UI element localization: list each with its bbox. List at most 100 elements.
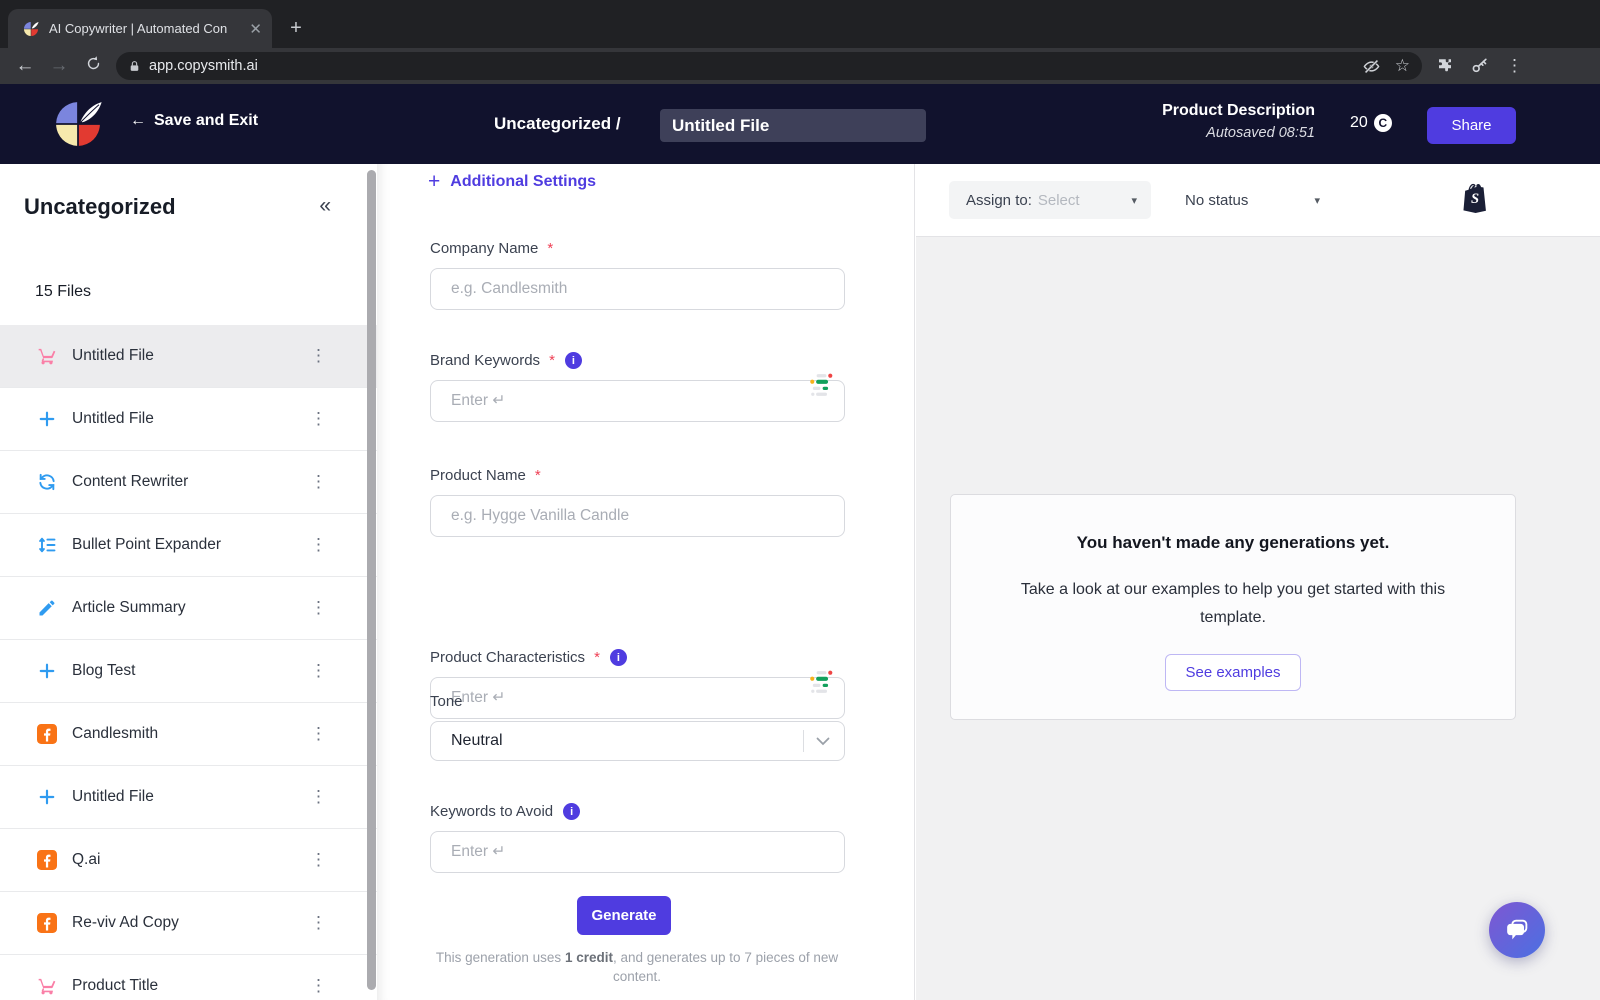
lock-icon	[130, 60, 139, 71]
product-name-group: Product Name *	[430, 467, 845, 537]
info-icon[interactable]: i	[564, 352, 582, 369]
status-dropdown[interactable]: No status ▾	[1185, 181, 1320, 219]
browser-toolbar: ← → app.copysmith.ai ☆ ⋮	[0, 48, 1600, 84]
sidebar-scrollbar[interactable]	[367, 170, 376, 990]
sidebar-file-item[interactable]: Untitled File ⋮	[0, 325, 377, 388]
new-tab-button[interactable]: +	[282, 14, 310, 42]
info-icon[interactable]: i	[609, 649, 627, 666]
page: AI Copywriter | Automated Con ✕ + ← → ap…	[0, 0, 1600, 1000]
kebab-menu-icon[interactable]: ⋮	[310, 850, 327, 870]
kebab-menu-icon[interactable]: ⋮	[310, 724, 327, 744]
sidebar-file-item[interactable]: Candlesmith ⋮	[0, 703, 377, 766]
back-icon[interactable]: ←	[8, 55, 42, 77]
kebab-menu-icon[interactable]: ⋮	[310, 472, 327, 492]
required-asterisk: *	[594, 649, 600, 666]
sidebar-file-item[interactable]: Q.ai ⋮	[0, 829, 377, 892]
caret-down-icon: ▾	[1314, 194, 1320, 207]
collapse-sidebar-icon[interactable]: «	[319, 194, 331, 218]
kebab-menu-icon[interactable]: ⋮	[310, 598, 327, 618]
brand-keywords-label: Brand Keywords * i	[430, 352, 845, 369]
plus-icon	[36, 786, 58, 808]
plus-icon	[36, 408, 58, 430]
kebab-menu-icon[interactable]: ⋮	[310, 787, 327, 807]
brand-keywords-group: Brand Keywords * i	[430, 352, 845, 422]
template-form: + Additional Settings Company Name* Bran…	[377, 164, 915, 1000]
tab-title: AI Copywriter | Automated Con	[49, 21, 228, 36]
address-bar[interactable]: app.copysmith.ai ☆	[116, 52, 1422, 80]
company-name-group: Company Name *	[430, 240, 845, 310]
assign-to-label: Assign to:	[966, 191, 1032, 209]
file-label: Re-viv Ad Copy	[72, 914, 179, 931]
sidebar-file-item[interactable]: Bullet Point Expander ⋮	[0, 514, 377, 577]
generations-header: Assign to: Select ▾ No status ▾ S	[916, 164, 1600, 237]
sidebar-file-item[interactable]: Re-viv Ad Copy ⋮	[0, 892, 377, 955]
assign-to-dropdown[interactable]: Assign to: Select ▾	[949, 181, 1151, 219]
empty-state-title: You haven't made any generations yet.	[1076, 533, 1390, 552]
reload-icon[interactable]	[76, 55, 110, 78]
file-label: Blog Test	[72, 662, 136, 679]
keyword-suggestions-icon[interactable]	[809, 373, 833, 397]
brand-keywords-input[interactable]	[430, 380, 845, 422]
assign-to-value: Select	[1037, 191, 1080, 209]
sidebar-file-item[interactable]: Article Summary ⋮	[0, 577, 377, 640]
keywords-to-avoid-label: Keywords to Avoid i	[430, 803, 845, 820]
facebook-icon	[36, 723, 58, 745]
file-name-input[interactable]	[660, 109, 926, 142]
bookmark-star-icon[interactable]: ☆	[1395, 56, 1410, 76]
pencil-icon	[36, 597, 58, 619]
tone-value: Neutral	[451, 732, 503, 749]
kebab-menu-icon[interactable]: ⋮	[310, 976, 327, 996]
shopify-icon[interactable]: S	[1460, 180, 1490, 214]
copysmith-logo	[56, 102, 102, 146]
status-value: No status	[1185, 191, 1249, 209]
plus-icon	[36, 660, 58, 682]
chat-widget-button[interactable]	[1489, 902, 1545, 958]
kebab-menu-icon[interactable]: ⋮	[310, 346, 327, 366]
tone-group: Tone Neutral	[430, 693, 845, 761]
forward-icon[interactable]: →	[42, 55, 76, 77]
info-icon[interactable]: i	[563, 803, 581, 820]
tone-select[interactable]: Neutral	[430, 721, 845, 761]
kebab-menu-icon[interactable]: ⋮	[310, 535, 327, 555]
sidebar-file-item[interactable]: Product Title ⋮	[0, 955, 377, 1000]
copysmith-favicon	[23, 21, 39, 36]
chevron-down-icon	[816, 737, 830, 745]
product-characteristics-label: Product Characteristics * i	[430, 649, 845, 666]
share-button[interactable]: Share	[1427, 107, 1516, 144]
browser-menu-icon[interactable]: ⋮	[1506, 56, 1523, 76]
file-label: Article Summary	[72, 599, 186, 616]
tab-close-icon[interactable]: ✕	[249, 20, 262, 38]
extensions-puzzle-icon[interactable]	[1436, 57, 1454, 75]
kebab-menu-icon[interactable]: ⋮	[310, 409, 327, 429]
browser-tab[interactable]: AI Copywriter | Automated Con ✕	[8, 9, 272, 48]
keywords-to-avoid-input[interactable]	[430, 831, 845, 873]
required-asterisk: *	[549, 352, 555, 369]
file-label: Untitled File	[72, 410, 154, 427]
kebab-menu-icon[interactable]: ⋮	[310, 661, 327, 681]
eye-slash-icon[interactable]	[1362, 57, 1381, 76]
file-label: Q.ai	[72, 851, 101, 868]
generate-button[interactable]: Generate	[577, 896, 671, 935]
autosaved-status: Autosaved 08:51	[1206, 125, 1315, 141]
additional-settings-link[interactable]: + Additional Settings	[428, 170, 596, 194]
back-arrow-icon: ←	[130, 112, 146, 129]
kebab-menu-icon[interactable]: ⋮	[310, 913, 327, 933]
password-key-icon[interactable]	[1470, 56, 1490, 76]
sidebar-file-item[interactable]: Untitled File ⋮	[0, 388, 377, 451]
sidebar-file-item[interactable]: Content Rewriter ⋮	[0, 451, 377, 514]
files-count: 15 Files	[35, 283, 92, 300]
facebook-icon	[36, 849, 58, 871]
keyword-suggestions-icon[interactable]	[809, 670, 833, 694]
save-and-exit-label: Save and Exit	[154, 112, 259, 129]
template-name: Product Description	[1162, 102, 1315, 119]
save-and-exit-button[interactable]: ← Save and Exit	[130, 112, 258, 130]
sidebar-file-item[interactable]: Untitled File ⋮	[0, 766, 377, 829]
sidebar-file-item[interactable]: Blog Test ⋮	[0, 640, 377, 703]
company-name-input[interactable]	[430, 268, 845, 310]
chat-bubble-icon	[1507, 919, 1528, 940]
cart-icon	[36, 975, 58, 997]
credits-counter: 20 C	[1350, 114, 1392, 132]
see-examples-button[interactable]: See examples	[1165, 654, 1301, 691]
keywords-to-avoid-group: Keywords to Avoid i	[430, 803, 845, 873]
product-name-input[interactable]	[430, 495, 845, 537]
